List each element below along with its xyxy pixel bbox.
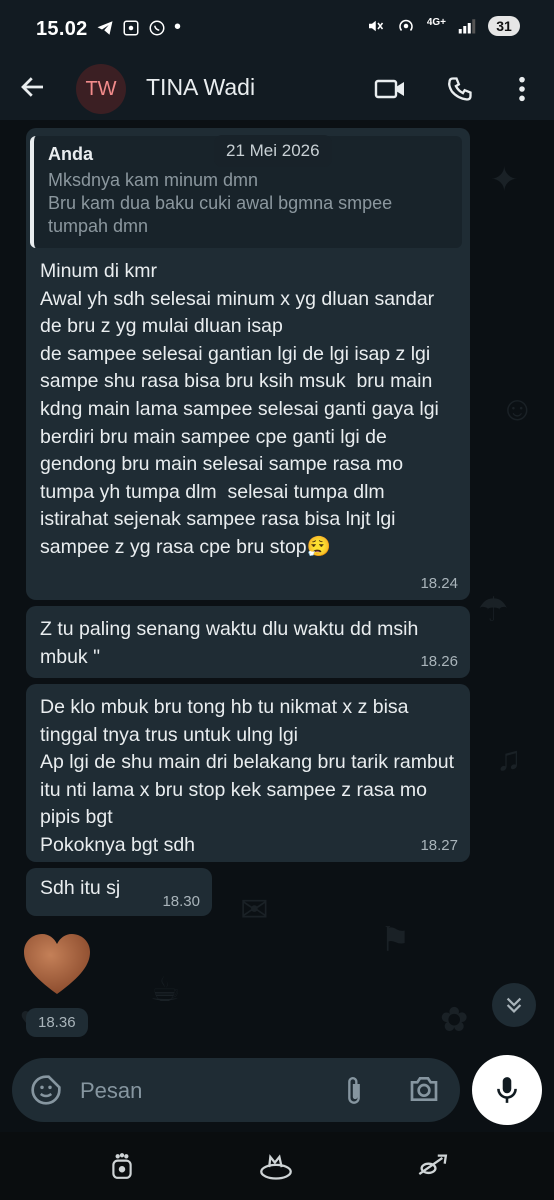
status-bar: 15.02 • 4G+ 31 [0, 0, 554, 58]
doodle-icon: ✦ [490, 161, 519, 199]
heart-emoji-message[interactable]: 🤎 [22, 932, 94, 998]
message-time: 18.30 [162, 893, 200, 910]
video-call-icon [374, 79, 404, 99]
nav-button-left[interactable] [104, 1148, 140, 1184]
network-label: 4G+ [426, 16, 446, 28]
message-time: 18.27 [420, 837, 458, 854]
fish-icon [418, 1154, 448, 1176]
attach-icon [348, 1077, 360, 1104]
message-bubble[interactable]: Sdh itu sj 18.30 [26, 868, 212, 916]
scroll-to-bottom-button[interactable] [492, 983, 536, 1027]
doodle-icon: ♫ [496, 740, 522, 778]
contact-name[interactable]: TINA Wadi [146, 74, 255, 101]
paw-icon [112, 1153, 132, 1179]
message-time: 18.24 [420, 575, 458, 592]
more-vert-icon [519, 76, 525, 102]
battery-level: 31 [488, 16, 520, 36]
message-input[interactable] [78, 1072, 322, 1110]
attach-button[interactable] [340, 1074, 370, 1108]
message-time: 18.26 [420, 653, 458, 670]
camera-button[interactable] [408, 1074, 442, 1106]
chevron-double-down-icon [506, 997, 522, 1013]
status-system-icons: 4G+ 31 [365, 16, 520, 36]
doodle-icon: ✿ [440, 1001, 469, 1039]
dot-icon: • [174, 16, 182, 38]
home-cat-icon [260, 1154, 292, 1180]
message-bubble[interactable]: Anda Mksdnya kam minum dmn Bru kam dua b… [26, 128, 470, 600]
hotspot-icon [399, 19, 413, 31]
doodle-icon: ☕ [150, 971, 181, 1009]
back-arrow-icon [21, 77, 43, 97]
mic-icon [497, 1077, 517, 1103]
message-time: 18.36 [26, 1008, 88, 1037]
message-bubble[interactable]: De klo mbuk bru tong hb tu nikmat x z bi… [26, 684, 470, 862]
message-composer [12, 1058, 460, 1122]
doodle-icon: ☺ [500, 390, 535, 428]
mute-icon [368, 20, 383, 32]
camera-icon [410, 1077, 438, 1101]
doodle-icon: ☂ [478, 591, 509, 629]
system-nav-bar [0, 1132, 554, 1200]
voice-message-button[interactable] [472, 1055, 542, 1125]
chat-header: TW TINA Wadi [0, 58, 554, 120]
screenshot-icon [123, 20, 139, 35]
back-button[interactable] [18, 72, 52, 106]
brown-heart-icon [24, 934, 90, 994]
quote-text: Mksdnya kam minum dmn Bru kam dua baku c… [48, 170, 393, 236]
emoji-sticker-icon [31, 1075, 61, 1105]
status-notification-icons: • [96, 16, 181, 39]
nav-button-home[interactable] [258, 1148, 294, 1184]
doodle-icon: ✉ [240, 891, 269, 929]
emoji-button[interactable] [30, 1074, 62, 1106]
whatsapp-icon [149, 20, 165, 35]
nav-button-back[interactable] [414, 1148, 450, 1184]
telegram-icon [97, 20, 113, 35]
avatar[interactable]: TW [76, 64, 126, 114]
signal-icon [458, 19, 476, 34]
message-text: De klo mbuk bru tong hb tu nikmat x z bi… [40, 696, 455, 856]
more-options-button[interactable] [504, 70, 540, 108]
message-text: Z tu paling senang waktu dlu waktu dd ms… [40, 618, 424, 668]
voice-call-button[interactable] [442, 70, 478, 108]
phone-icon [448, 77, 472, 101]
status-time: 15.02 [36, 18, 88, 40]
date-chip: 21 Mei 2026 [214, 135, 332, 167]
message-text: Minum di kmr Awal yh sdh selesai minum x… [40, 260, 439, 558]
message-bubble[interactable]: Z tu paling senang waktu dlu waktu dd ms… [26, 606, 470, 678]
doodle-icon: ⚑ [380, 921, 411, 959]
video-call-button[interactable] [372, 70, 408, 108]
